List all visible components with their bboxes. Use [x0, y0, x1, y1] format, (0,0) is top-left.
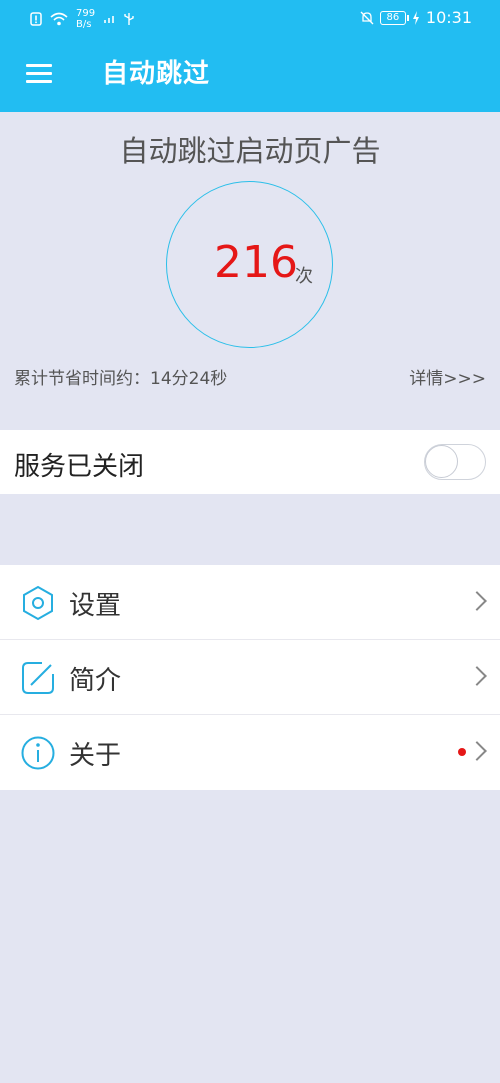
speed-unit: B/s [76, 19, 92, 30]
speed-value: 799 [76, 8, 96, 19]
usb-icon [124, 13, 134, 25]
wifi-icon [50, 12, 68, 26]
saved-time-text: 累计节省时间约：14分24秒 [14, 369, 228, 389]
service-status-row: 服务已关闭 [0, 430, 500, 494]
menu-item-intro[interactable]: 简介 [0, 640, 500, 715]
new-badge-dot [458, 748, 466, 756]
menu-list: 设置 简介 关于 [0, 565, 500, 790]
status-bar: 799 B/s 86 10:31 [0, 0, 500, 36]
mute-icon [360, 11, 374, 24]
status-left: 799 B/s [30, 8, 135, 30]
menu-item-about[interactable]: 关于 [0, 715, 500, 790]
settings-hex-icon [23, 585, 53, 621]
skip-count-unit: 次 [295, 266, 313, 287]
app-header: 799 B/s 86 10:31 自动跳过 [0, 0, 500, 112]
chevron-right-icon [467, 591, 487, 611]
info-icon [21, 736, 55, 770]
hamburger-icon[interactable] [26, 64, 52, 84]
menu-item-settings[interactable]: 设置 [0, 565, 500, 640]
menu-label: 关于 [69, 741, 122, 771]
status-right: 86 10:31 [360, 8, 472, 27]
page-title: 自动跳过 [102, 59, 211, 89]
signal-icon [104, 16, 115, 23]
service-status-label: 服务已关闭 [14, 452, 145, 482]
battery-level: 86 [386, 12, 400, 23]
menu-label: 设置 [69, 591, 122, 621]
summary-headline: 自动跳过启动页广告 [119, 134, 381, 168]
skip-counter: 216 次 [166, 181, 333, 348]
chevron-right-icon [467, 741, 487, 761]
menu-label: 简介 [69, 666, 122, 696]
chevron-right-icon [467, 666, 487, 686]
skip-count: 216 [214, 237, 298, 288]
charging-icon [412, 10, 419, 25]
status-time: 10:31 [425, 8, 472, 27]
service-toggle[interactable] [424, 444, 486, 480]
edit-icon [22, 662, 54, 694]
toggle-knob [425, 445, 458, 478]
alert-icon [30, 12, 42, 26]
network-speed: 799 B/s [76, 8, 95, 30]
battery-icon: 86 [379, 10, 409, 25]
details-link[interactable]: 详情>>> [409, 364, 486, 389]
